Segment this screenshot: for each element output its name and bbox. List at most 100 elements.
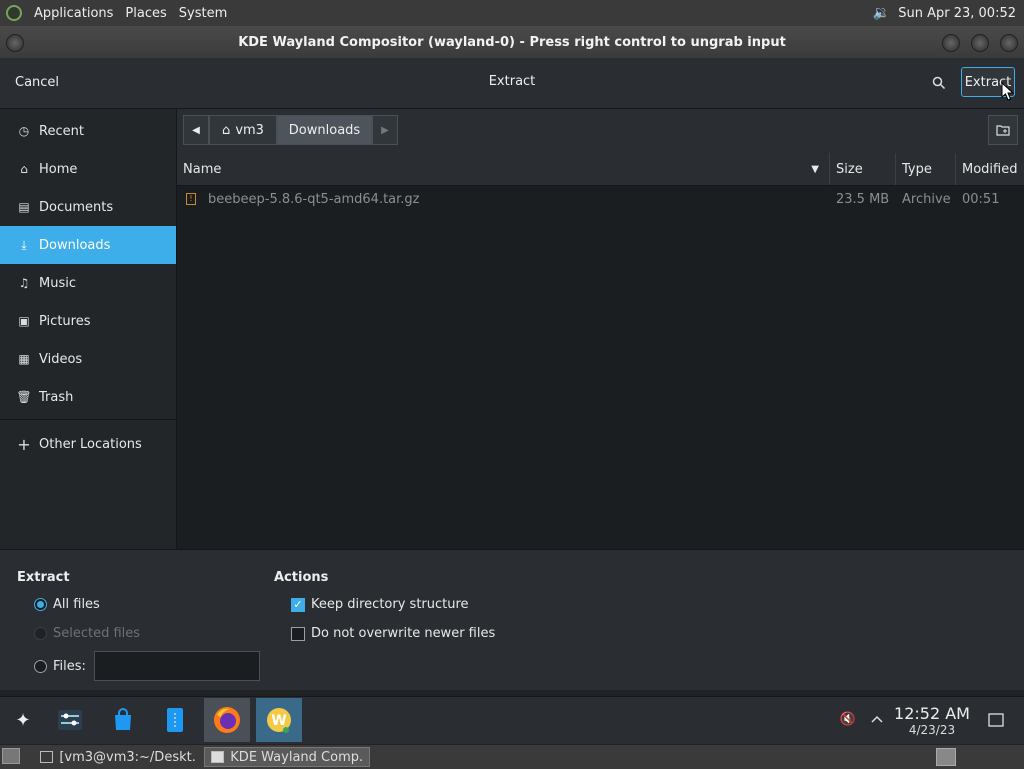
plus-icon: +	[17, 434, 31, 454]
file-browser: ◀ ⌂ vm3 Downloads ▶ Name ▼ Size Type Mod…	[177, 109, 1024, 549]
show-desktop-icon[interactable]	[986, 711, 1006, 729]
places-menu[interactable]: Places	[119, 6, 172, 21]
column-label: Size	[836, 161, 863, 177]
selected-files-radio: Selected files	[34, 626, 140, 641]
mouse-cursor-icon	[1001, 82, 1015, 101]
column-modified[interactable]: Modified	[956, 153, 1024, 185]
home-icon: ⌂	[222, 122, 231, 138]
dialog-title: Extract	[488, 74, 536, 89]
sidebar-item-documents[interactable]: ▤ Documents	[0, 188, 176, 226]
keep-structure-checkbox[interactable]: ✓ Keep directory structure	[291, 597, 469, 612]
sidebar-item-recent[interactable]: ◷ Recent	[0, 112, 176, 150]
checkbox-indicator[interactable]	[291, 626, 305, 641]
minimize-button[interactable]	[942, 34, 960, 52]
distro-logo-icon[interactable]	[6, 5, 22, 21]
digital-clock[interactable]: 12:52 AM 4/23/23	[890, 704, 974, 738]
sidebar-item-label: Pictures	[39, 313, 91, 329]
sort-descending-icon: ▼	[811, 163, 819, 175]
chevron-up-icon[interactable]	[868, 709, 886, 729]
firefox-icon[interactable]	[204, 698, 250, 742]
path-forward-button[interactable]: ▶	[372, 115, 398, 145]
files-radio[interactable]: Files:	[34, 659, 86, 674]
sidebar-item-label: Other Locations	[39, 436, 142, 452]
sidebar-item-label: Downloads	[39, 237, 111, 253]
maximize-button[interactable]	[971, 34, 989, 52]
column-label: Name	[183, 161, 222, 177]
sidebar-item-music[interactable]: ♫ Music	[0, 264, 176, 302]
wayland-app-icon[interactable]: W	[256, 698, 302, 742]
archive-icon: !	[186, 187, 198, 211]
chevron-left-icon: ◀	[192, 124, 200, 136]
all-files-radio[interactable]: All files	[34, 597, 100, 612]
checkbox-label: Keep directory structure	[311, 597, 469, 612]
sidebar-item-downloads[interactable]: ⤓ Downloads	[0, 226, 176, 264]
search-button[interactable]	[926, 70, 952, 96]
files-pattern-input[interactable]	[94, 651, 260, 681]
file-manager-icon[interactable]	[160, 705, 190, 735]
sidebar-item-home[interactable]: ⌂ Home	[0, 150, 176, 188]
trash-icon: 🗑	[16, 390, 32, 404]
table-row[interactable]: ! beebeep-5.8.6-qt5-amd64.tar.gz 23.5 MB…	[177, 187, 1024, 211]
window-titlebar[interactable]: KDE Wayland Compositor (wayland-0) - Pre…	[0, 26, 1024, 58]
discover-store-icon[interactable]	[108, 705, 138, 735]
video-icon: ▦	[18, 352, 30, 366]
close-button[interactable]	[1000, 34, 1018, 52]
column-header: Name ▼ Size Type Modified	[177, 153, 1024, 186]
taskbar-item-kde-wayland[interactable]: KDE Wayland Comp...	[204, 747, 370, 767]
volume-icon[interactable]: 🔉	[873, 5, 890, 21]
window-title: KDE Wayland Compositor (wayland-0) - Pre…	[238, 34, 786, 50]
system-settings-icon[interactable]	[55, 705, 85, 735]
dialog-headerbar: Extract Cancel Extract	[0, 58, 1024, 109]
top-panel: Applications Places System 🔉 Sun Apr 23,…	[0, 0, 1024, 26]
file-modified: 00:51	[962, 191, 1000, 207]
sidebar-divider	[0, 419, 176, 420]
checkbox-label: Do not overwrite newer files	[311, 626, 496, 641]
breadcrumb-label: vm3	[235, 122, 264, 138]
plasma-panel: ✦ W 🔇 12:52 AM 4/23/23	[0, 696, 1024, 745]
path-bar: ◀ ⌂ vm3 Downloads ▶	[177, 109, 1024, 154]
system-menu[interactable]: System	[173, 6, 233, 21]
column-label: Modified	[962, 161, 1018, 177]
file-type: Archive	[902, 191, 951, 207]
column-type[interactable]: Type	[896, 153, 956, 185]
sidebar-item-trash[interactable]: 🗑 Trash	[0, 378, 176, 416]
sidebar-item-pictures[interactable]: ▣ Pictures	[0, 302, 176, 340]
sidebar-item-label: Videos	[39, 351, 83, 367]
task-label: [vm3@vm3:~/Deskt...	[59, 749, 196, 765]
clock-time: 12:52 AM	[894, 704, 970, 723]
show-desktop-button[interactable]	[2, 748, 20, 764]
picture-icon: ▣	[18, 314, 30, 328]
download-icon: ⤓	[21, 237, 27, 252]
chevron-right-icon: ▶	[381, 124, 389, 136]
radio-indicator[interactable]	[34, 598, 47, 611]
radio-label: Selected files	[53, 626, 141, 641]
app-launcher-icon[interactable]: ✦	[8, 705, 38, 735]
file-size: 23.5 MB	[836, 191, 890, 207]
radio-indicator[interactable]	[34, 660, 47, 673]
volume-muted-icon[interactable]: 🔇	[838, 709, 858, 729]
breadcrumb-vm3[interactable]: ⌂ vm3	[209, 115, 277, 145]
sidebar-item-other-locations[interactable]: + Other Locations	[0, 425, 176, 463]
extract-options: Extract All files Selected files Files: …	[0, 549, 1024, 690]
music-icon: ♫	[18, 276, 30, 290]
column-label: Type	[902, 161, 932, 177]
cancel-button[interactable]: Cancel	[6, 70, 68, 96]
applications-menu[interactable]: Applications	[28, 6, 119, 21]
no-overwrite-checkbox[interactable]: Do not overwrite newer files	[291, 626, 495, 641]
column-name[interactable]: Name ▼	[177, 153, 830, 185]
clock[interactable]: Sun Apr 23, 00:52	[898, 6, 1016, 21]
column-size[interactable]: Size	[830, 153, 896, 185]
sidebar-item-videos[interactable]: ▦ Videos	[0, 340, 176, 378]
window-menu-button[interactable]	[6, 34, 24, 52]
new-folder-button[interactable]	[988, 115, 1018, 145]
taskbar-item-terminal[interactable]: [vm3@vm3:~/Deskt...	[34, 747, 202, 767]
sidebar-item-label: Music	[39, 275, 76, 291]
radio-label: Files:	[53, 659, 86, 674]
window-icon	[211, 751, 225, 763]
sidebar-item-label: Home	[39, 161, 78, 177]
path-back-button[interactable]: ◀	[183, 115, 209, 145]
breadcrumb-downloads[interactable]: Downloads	[277, 115, 372, 145]
checkbox-indicator[interactable]: ✓	[291, 597, 305, 612]
sidebar-item-label: Documents	[39, 199, 114, 215]
workspace-switcher[interactable]	[936, 748, 956, 766]
